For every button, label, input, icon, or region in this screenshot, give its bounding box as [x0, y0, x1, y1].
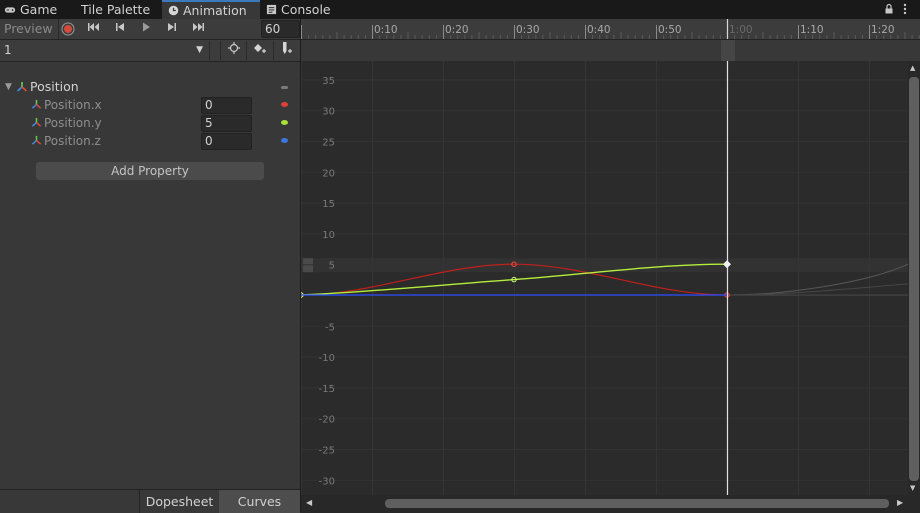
- loop-preview-curve-x: [726, 283, 908, 296]
- scroll-up-icon[interactable]: ▲: [910, 64, 915, 72]
- curve-color-indicator-y: [281, 120, 288, 125]
- previous-keyframe-button[interactable]: [109, 20, 131, 38]
- expand-arrow-icon[interactable]: ▼: [5, 78, 12, 96]
- horizontal-scrollbar[interactable]: ◀ ▶: [301, 495, 908, 512]
- y-tick-label: -20: [319, 415, 335, 426]
- y-tick-label: -10: [319, 353, 335, 364]
- playback-toolbar: Preview: [0, 19, 300, 40]
- transform-axes-icon: [31, 99, 42, 109]
- preview-button[interactable]: Preview: [0, 19, 59, 39]
- curves-tab[interactable]: Curves: [219, 490, 300, 513]
- property-row-position-z[interactable]: Position.z 0: [0, 132, 300, 150]
- group-curve-indicator: [281, 86, 288, 89]
- next-keyframe-button[interactable]: [161, 20, 183, 38]
- selection-band: [301, 258, 908, 273]
- ruler-tick-label: 1:10: [800, 24, 824, 36]
- y-tick-label: -5: [325, 322, 335, 333]
- scroll-left-icon[interactable]: ◀: [306, 498, 312, 507]
- playhead-marker[interactable]: [721, 40, 735, 61]
- last-keyframe-button[interactable]: [187, 20, 209, 38]
- scroll-down-icon[interactable]: ▼: [910, 484, 915, 492]
- y-tick-label: 35: [322, 76, 335, 87]
- add-event-button[interactable]: [273, 41, 300, 60]
- y-tick-label: 15: [322, 199, 335, 210]
- tab-game[interactable]: Game: [4, 0, 57, 19]
- horizontal-scroll-thumb[interactable]: [385, 499, 889, 508]
- y-tick-label: 10: [322, 230, 335, 241]
- skip-to-start-icon: [88, 23, 99, 31]
- step-back-icon: [116, 23, 124, 31]
- transform-axes-icon: [16, 82, 28, 92]
- skip-to-end-icon: [193, 23, 204, 31]
- value-handle[interactable]: [303, 258, 313, 273]
- add-property-button[interactable]: Add Property: [36, 162, 264, 180]
- y-tick-label: -25: [319, 446, 335, 457]
- window-tab-bar: Game Tile Palette Animation Console: [0, 0, 920, 19]
- chevron-down-icon: ▼: [196, 45, 203, 55]
- tab-animation[interactable]: Animation: [162, 0, 260, 19]
- ruler-tick-label: 0:10: [374, 24, 398, 36]
- gamepad-icon: [4, 7, 16, 13]
- record-icon: [61, 22, 75, 36]
- position-x-value-field[interactable]: 0: [201, 97, 252, 114]
- curve-plot[interactable]: 35 30 25 20 15 10 5 -5 -10 -15 -20 -25 -30: [301, 61, 908, 495]
- property-group-position[interactable]: ▼ Position: [0, 78, 300, 96]
- vertical-scrollbar[interactable]: ▲ ▼: [908, 61, 920, 495]
- transform-axes-icon: [31, 135, 42, 145]
- step-forward-icon: [168, 23, 176, 31]
- y-tick-label: -15: [319, 384, 335, 395]
- filter-keyframes-button[interactable]: [220, 41, 247, 60]
- tab-console[interactable]: Console: [266, 0, 331, 19]
- crosshair-icon: [228, 42, 240, 54]
- ruler-tick-label: 0:30: [516, 24, 540, 36]
- play-icon: [143, 22, 150, 32]
- more-options-icon[interactable]: [902, 3, 908, 15]
- position-z-value-field[interactable]: 0: [201, 133, 252, 150]
- ruler-tick-label: 1:00: [729, 24, 753, 36]
- y-tick-label: -30: [319, 476, 335, 487]
- property-row-position-y[interactable]: Position.y 5: [0, 114, 300, 132]
- record-button[interactable]: [57, 20, 79, 38]
- scroll-right-icon[interactable]: ▶: [897, 498, 903, 507]
- y-tick-label: 30: [322, 107, 335, 118]
- ruler-tick-label: 1:20: [871, 24, 895, 36]
- clock-icon: [168, 5, 179, 16]
- console-icon: [266, 4, 277, 15]
- vertical-scroll-thumb[interactable]: [909, 77, 919, 481]
- curve-color-indicator-x: [281, 102, 288, 107]
- y-tick-label: 20: [322, 168, 335, 179]
- dopesheet-tab[interactable]: Dopesheet: [139, 490, 219, 513]
- sample-rate-field[interactable]: 60: [261, 20, 300, 38]
- ruler-ticks: 0:10 0:20 0:30 0:40 0:50 1:00 1:10 1:20: [301, 19, 920, 39]
- clip-dropdown[interactable]: 1 ▼: [0, 41, 210, 60]
- tab-tile-palette[interactable]: Tile Palette: [81, 0, 150, 19]
- curve-editor[interactable]: 35 30 25 20 15 10 5 -5 -10 -15 -20 -25 -30: [301, 61, 908, 495]
- add-keyframe-button[interactable]: [246, 41, 273, 60]
- add-keyframe-icon: [254, 44, 266, 53]
- position-y-value-field[interactable]: 5: [201, 115, 252, 132]
- add-event-icon: [283, 42, 292, 54]
- ruler-tick-label: 0:40: [587, 24, 611, 36]
- lock-icon[interactable]: [883, 3, 895, 15]
- timeline-ruler[interactable]: 0:10 0:20 0:30 0:40 0:50 1:00 1:10 1:20: [301, 19, 920, 40]
- event-bar[interactable]: [301, 40, 920, 62]
- first-keyframe-button[interactable]: [83, 20, 105, 38]
- curve-color-indicator-z: [281, 138, 288, 143]
- play-button[interactable]: [135, 20, 157, 38]
- ruler-tick-label: 0:50: [658, 24, 682, 36]
- view-mode-tabs: Dopesheet Curves: [0, 489, 300, 513]
- y-tick-label: 5: [329, 261, 335, 272]
- property-row-position-x[interactable]: Position.x 0: [0, 96, 300, 114]
- transform-axes-icon: [31, 117, 42, 127]
- ruler-tick-label: 0:20: [445, 24, 469, 36]
- y-tick-label: 25: [322, 138, 335, 149]
